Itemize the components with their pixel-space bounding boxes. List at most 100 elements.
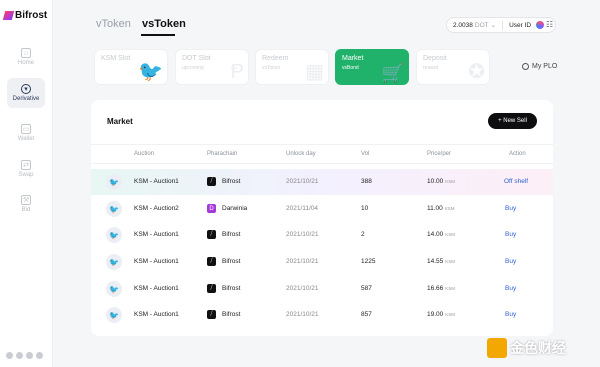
bird-icon: 🐦 xyxy=(138,61,163,83)
column-header-price[interactable]: Price/per xyxy=(427,151,451,157)
sidebar-item-bid[interactable]: ⚒ Bid xyxy=(7,189,45,219)
column-header-parachain[interactable]: Pharachain xyxy=(207,151,237,157)
swap-icon: ⇄ xyxy=(21,160,31,170)
parachain-name: Bifrost xyxy=(222,231,241,238)
auction-name: KSM - Auction1 xyxy=(134,285,179,292)
cart-icon: 🛒 xyxy=(381,63,404,83)
wallet-icon: ▭ xyxy=(21,124,31,134)
parachain-name: Bifrost xyxy=(222,178,241,185)
auction-name: KSM - Auction1 xyxy=(134,311,179,318)
off-shelf-button[interactable]: Off shelf xyxy=(504,178,528,185)
active-tab-indicator xyxy=(141,34,175,36)
bifrost-logo-icon xyxy=(2,11,15,20)
price-unit: KSM xyxy=(445,286,456,291)
github-icon[interactable] xyxy=(6,352,13,359)
telegram-icon[interactable] xyxy=(26,352,33,359)
kusama-bird-icon: 🐦 xyxy=(106,254,122,270)
table-row: 🐦 KSM - Auction1 ⧸ Bifrost 2021/10/21 2 … xyxy=(91,222,553,248)
card-redeem[interactable]: Redeem vsToken ▦ xyxy=(255,49,329,85)
sidebar-item-label: Swap xyxy=(18,172,34,178)
buy-button[interactable]: Buy xyxy=(505,285,516,292)
unlock-day: 2021/10/21 xyxy=(286,231,319,238)
bifrost-chain-icon: ⧸ xyxy=(207,284,216,293)
table-row: 🐦 KSM - Auction2 D Darwinia 2021/11/04 1… xyxy=(91,196,553,222)
unlock-day: 2021/10/21 xyxy=(286,258,319,265)
table-header: Auction Pharachain Unlock day Vol Price/… xyxy=(91,144,553,164)
twitter-icon[interactable] xyxy=(16,352,23,359)
settings-icon[interactable]: ☷ xyxy=(546,20,553,29)
price-value: 14.55 xyxy=(427,258,444,265)
price-unit: KSM xyxy=(445,232,456,237)
balance-unit: DOT xyxy=(474,21,489,29)
new-sell-button[interactable]: + New Sell xyxy=(488,113,537,129)
kusama-bird-icon: 🐦 xyxy=(106,201,122,217)
parachain-name: Darwinia xyxy=(222,205,248,212)
star-badge-icon: ✪ xyxy=(468,61,485,83)
bifrost-chain-icon: ⧸ xyxy=(207,177,216,186)
sidebar-item-label: Home xyxy=(17,60,34,66)
column-header-unlock-day[interactable]: Unlock day xyxy=(286,151,316,157)
unlock-day: 2021/10/21 xyxy=(286,178,319,185)
volume: 587 xyxy=(361,285,372,292)
unlock-day: 2021/11/04 xyxy=(286,205,319,212)
buy-button[interactable]: Buy xyxy=(505,258,516,265)
price-value: 11.00 xyxy=(427,205,443,212)
watermark-text: 金色财经 xyxy=(510,340,566,356)
card-market[interactable]: Market vsBond 🛒 xyxy=(335,49,409,85)
bifrost-chain-icon: ⧸ xyxy=(207,257,216,266)
redeem-icon: ▦ xyxy=(305,61,324,83)
volume: 10 xyxy=(361,205,369,212)
volume: 2 xyxy=(361,231,365,238)
price: 14.55 KSM xyxy=(427,258,455,265)
bid-icon: ⚒ xyxy=(21,195,31,205)
price-value: 19.00 xyxy=(427,311,444,318)
volume: 1225 xyxy=(361,258,376,265)
buy-button[interactable]: Buy xyxy=(505,205,516,212)
sidebar-item-swap[interactable]: ⇄ Swap xyxy=(7,154,45,184)
price-unit: KSM xyxy=(444,206,455,211)
my-plo-link[interactable]: My PLO xyxy=(522,63,557,70)
bifrost-logo[interactable]: Bifrost xyxy=(2,10,48,21)
tab-vtoken[interactable]: vToken xyxy=(96,18,131,30)
volume: 388 xyxy=(361,178,372,185)
parachain-name: Bifrost xyxy=(222,258,241,265)
card-deposit[interactable]: Deposit reward ✪ xyxy=(416,49,490,85)
kusama-bird-icon: 🐦 xyxy=(106,281,122,297)
kusama-bird-icon: 🐦 xyxy=(106,227,122,243)
sidebar-item-derivative[interactable]: ▾ Derivative xyxy=(7,78,45,108)
price-value: 16.66 xyxy=(427,285,444,292)
sidebar-item-home[interactable]: ⌂ Home xyxy=(7,42,45,72)
sidebar-item-label: Bid xyxy=(21,207,31,213)
bifrost-chain-icon: ⧸ xyxy=(207,310,216,319)
column-header-auction[interactable]: Auction xyxy=(134,151,154,157)
bifrost-chain-icon: ⧸ xyxy=(207,230,216,239)
user-icon xyxy=(522,63,529,70)
my-plo-label: My PLO xyxy=(532,63,558,70)
price-unit: KSM xyxy=(445,179,456,184)
auction-name: KSM - Auction2 xyxy=(134,205,179,212)
card-ksm-slot[interactable]: KSM Slot 🐦 xyxy=(94,49,168,85)
app-name: Bifrost xyxy=(15,10,48,21)
card-title: Market xyxy=(342,55,364,62)
price: 11.00 KSM xyxy=(427,205,455,212)
kusama-bird-icon: 🐦 xyxy=(106,174,122,190)
table-row: 🐦 KSM - Auction1 ⧸ Bifrost 2021/10/21 58… xyxy=(91,276,553,302)
card-dot-slot[interactable]: DOT Slot upcoming Ᵽ xyxy=(175,49,249,85)
sidebar-item-wallet[interactable]: ▭ Wallet xyxy=(7,118,45,148)
auction-name: KSM - Auction1 xyxy=(134,258,179,265)
watermark: 金色财经 xyxy=(487,338,566,358)
unlock-day: 2021/10/21 xyxy=(286,285,319,292)
tab-vstoken[interactable]: vsToken xyxy=(142,18,186,30)
account-bar[interactable]: 2.0038 DOT ⌄ User ID xyxy=(446,17,556,33)
price-unit: KSM xyxy=(445,312,456,317)
user-id-label: User ID xyxy=(509,21,532,29)
price-unit: KSM xyxy=(445,259,456,264)
table-row: 🐦 KSM - Auction1 ⧸ Bifrost 2021/10/21 85… xyxy=(91,302,553,328)
buy-button[interactable]: Buy xyxy=(505,231,516,238)
buy-button[interactable]: Buy xyxy=(505,311,516,318)
discord-icon[interactable] xyxy=(36,352,43,359)
price: 19.00 KSM xyxy=(427,311,455,318)
column-header-vol[interactable]: Vol xyxy=(361,151,369,157)
price-value: 10.00 xyxy=(427,178,444,185)
chevron-down-icon: ⌄ xyxy=(490,22,497,29)
